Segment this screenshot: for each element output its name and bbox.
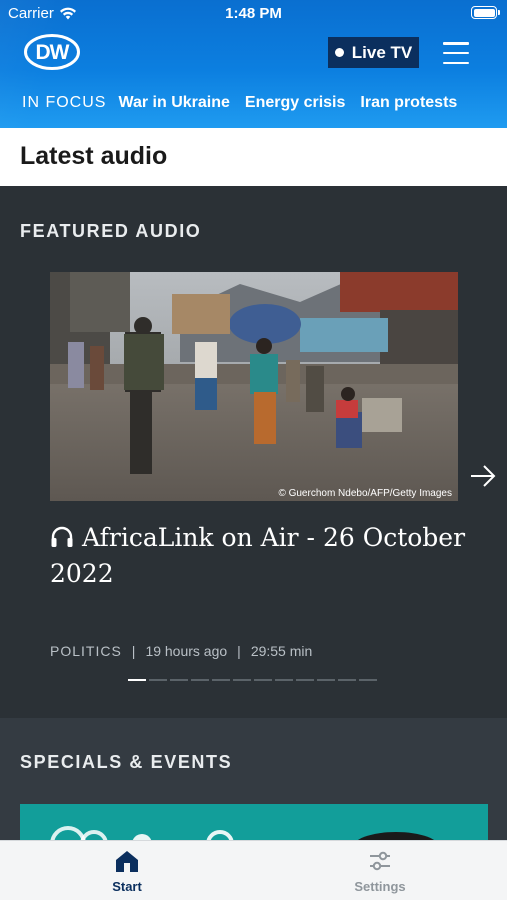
category-label: POLITICS — [50, 643, 122, 659]
carousel-pager[interactable] — [128, 679, 377, 681]
featured-section-label: FEATURED AUDIO — [20, 221, 202, 241]
pager-dot[interactable] — [149, 679, 167, 681]
photo-credit: © Guerchom Ndebo/AFP/Getty Images — [278, 488, 452, 499]
live-tv-label: Live TV — [351, 42, 413, 62]
featured-audio-section: FEATURED AUDIO © Guerchom Ndebo/AFP/Gett… — [0, 186, 507, 718]
pager-dot[interactable] — [254, 679, 272, 681]
pager-dot[interactable] — [212, 679, 230, 681]
featured-story-title[interactable]: AfricaLink on Air - 26 October 2022 — [50, 520, 470, 592]
pager-dot[interactable] — [170, 679, 188, 681]
meta-separator: | — [237, 643, 241, 659]
page-title: Latest audio — [20, 142, 168, 170]
topic-link-iran-protests[interactable]: Iran protests — [360, 94, 457, 112]
pager-dot[interactable] — [191, 679, 209, 681]
live-tv-button[interactable]: Live TV — [328, 37, 419, 68]
pager-dot[interactable] — [296, 679, 314, 681]
pager-dot[interactable] — [128, 679, 146, 681]
pager-dot[interactable] — [275, 679, 293, 681]
home-icon — [116, 851, 138, 872]
featured-meta: POLITICS | 19 hours ago | 29:55 min — [50, 643, 312, 659]
clock: 1:48 PM — [225, 5, 282, 22]
tab-settings[interactable]: Settings — [320, 849, 440, 894]
in-focus-label: IN FOCUS — [22, 94, 107, 111]
pager-dot[interactable] — [359, 679, 377, 681]
pager-dot[interactable] — [233, 679, 251, 681]
tab-start[interactable]: Start — [67, 849, 187, 894]
hamburger-menu-icon[interactable] — [443, 42, 469, 64]
specials-section-label: SPECIALS & EVENTS — [20, 752, 233, 772]
headphones-icon — [51, 526, 73, 547]
pager-dot[interactable] — [317, 679, 335, 681]
tab-bar: Start Settings — [0, 840, 507, 900]
app-header: Carrier 1:48 PM DW Live TV IN FOCUS War … — [0, 0, 507, 128]
topic-link-energy-crisis[interactable]: Energy crisis — [245, 94, 346, 112]
topic-link-war-in-ukraine[interactable]: War in Ukraine — [118, 94, 229, 112]
battery-icon — [471, 6, 500, 19]
specials-section: SPECIALS & EVENTS — [0, 718, 507, 848]
time-ago: 19 hours ago — [145, 643, 228, 659]
tab-start-label: Start — [112, 879, 142, 894]
street-scene-image: © Guerchom Ndebo/AFP/Getty Images — [50, 272, 458, 501]
arrow-right-icon[interactable] — [470, 464, 496, 488]
sliders-icon — [370, 851, 390, 871]
live-dot-icon — [334, 48, 344, 57]
status-bar: Carrier 1:48 PM — [0, 0, 507, 28]
logo-text: DW — [36, 41, 70, 64]
in-focus-bar: IN FOCUS War in Ukraine Energy crisis Ir… — [22, 94, 472, 112]
featured-title-text: AfricaLink on Air - 26 October 2022 — [50, 523, 466, 588]
featured-photo[interactable]: © Guerchom Ndebo/AFP/Getty Images — [50, 272, 458, 501]
meta-separator: | — [131, 643, 136, 659]
pager-dot[interactable] — [338, 679, 356, 681]
page-title-bar: Latest audio — [0, 128, 507, 186]
duration: 29:55 min — [250, 643, 313, 659]
tab-settings-label: Settings — [354, 879, 406, 894]
dw-logo[interactable]: DW — [24, 34, 80, 70]
